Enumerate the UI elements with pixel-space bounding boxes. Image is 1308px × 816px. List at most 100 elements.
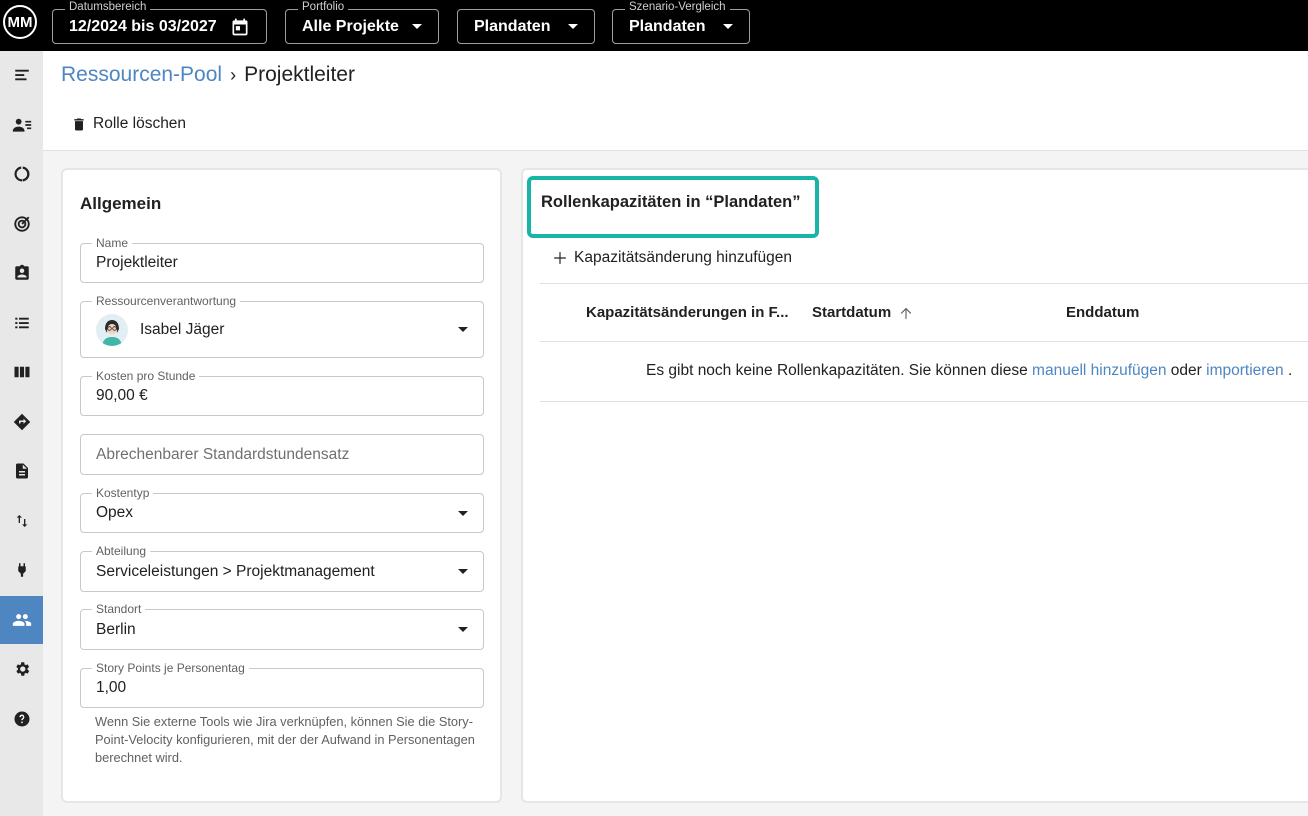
department-label: Abteilung [92,544,151,558]
top-bar: MM Datumsbereich 12/2024 bis 03/2027 Por… [0,0,1308,51]
chevron-down-icon [412,24,422,29]
sidebar-item-assignments[interactable] [0,249,43,297]
sidebar-item-menu[interactable] [0,51,43,99]
column-header-end-date[interactable]: Enddatum [1066,304,1139,321]
people-icon [12,614,31,626]
column-header-start-date[interactable]: Startdatum [812,304,913,321]
name-field[interactable]: Name Projektleiter [80,236,484,283]
logo-text: MM [7,13,33,31]
menu-icon [14,69,29,81]
empty-state-text: Es gibt noch keine Rollenkapazitäten. Si… [646,362,1028,379]
owner-value: Isabel Jäger [140,320,225,338]
date-range-value: 12/2024 bis 03/2027 [69,17,217,35]
trash-icon [74,118,84,130]
donut-chart-icon [13,166,30,182]
start-date-label: Startdatum [812,304,892,321]
page-header: Ressourcen-Pool › Projektleiter Rolle lö… [43,51,1308,151]
portfolio-selector[interactable]: Portfolio Alle Projekte [285,1,439,44]
owner-label: Ressourcenverantwortung [92,294,241,308]
chevron-down-icon [458,327,468,332]
sidebar-item-help[interactable] [0,695,43,743]
roadmap-icon [13,413,30,431]
scenario-compare-label: Szenario-Vergleich [625,1,730,13]
chevron-down-icon [723,24,733,29]
breadcrumb-separator: › [230,64,237,85]
general-title: Allgemein [80,194,162,213]
data-source-selector[interactable]: Plandaten [457,9,595,44]
story-points-value: 1,00 [96,679,127,696]
cost-per-hour-field[interactable]: Kosten pro Stunde 90,00 € [80,369,484,416]
billable-rate-placeholder: Abrechenbarer Standardstundensatz [96,445,350,463]
scenario-compare-selector[interactable]: Szenario-Vergleich Plandaten [612,1,750,44]
app-logo[interactable]: MM [3,5,37,39]
story-points-field[interactable]: Story Points je Personentag 1,00 [80,661,484,708]
department-select[interactable]: Abteilung Serviceleistungen > Projektman… [80,544,484,592]
cost-type-value: Opex [96,504,134,521]
date-range-label: Datumsbereich [65,1,151,13]
columns-icon [14,366,29,378]
breadcrumb-root-link[interactable]: Ressourcen-Pool [61,63,222,87]
plug-icon [17,563,26,577]
table-header: Kapazitätsänderungen in F... Startdatum … [540,283,1308,342]
department-value: Serviceleistungen > Projektmanagement [96,562,375,580]
delete-role-button[interactable]: Rolle löschen [71,115,186,133]
sidebar-item-settings[interactable] [0,645,43,693]
chevron-down-icon [568,24,578,29]
empty-state-row: Es gibt noch keine Rollenkapazitäten. Si… [540,342,1308,402]
add-capacity-button[interactable]: Kapazitätsänderung hinzufügen [553,249,792,267]
clipboard-person-icon [14,264,29,280]
add-capacity-label: Kapazitätsänderung hinzufügen [574,249,793,266]
gear-icon [15,662,29,676]
scenario-compare-value: Plandaten [629,17,706,35]
help-icon [14,711,29,727]
import-link[interactable]: importieren [1206,362,1284,379]
sidebar-item-resources[interactable] [0,101,43,149]
list-icon [14,317,29,329]
sidebar-item-dashboard[interactable] [0,150,43,198]
calendar-icon [232,18,248,35]
target-icon [13,216,30,232]
import-export-icon [16,515,27,527]
empty-state-period: . [1287,362,1293,379]
delete-role-label: Rolle löschen [93,115,187,132]
add-manually-link[interactable]: manuell hinzufügen [1032,362,1166,379]
story-points-hint: Wenn Sie externe Tools wie Jira verknüpf… [95,714,475,765]
sidebar-item-integrations[interactable] [0,546,43,594]
main-content: Ressourcen-Pool › Projektleiter Rolle lö… [43,51,1308,816]
location-value: Berlin [96,620,136,638]
capacities-table: Kapazitätsänderungen in F... Startdatum … [540,283,1308,402]
chevron-down-icon [458,627,468,632]
capacities-card: Rollenkapazitäten in “Plandaten” Kapazit… [521,168,1308,803]
cost-type-label: Kostentyp [92,486,154,500]
general-card: Allgemein Name Projektleiter Ressourcenv… [61,168,502,803]
date-range-selector[interactable]: Datumsbereich 12/2024 bis 03/2027 [52,1,267,44]
location-select[interactable]: Standort Berlin [80,602,484,650]
cost-per-hour-value: 90,00 € [96,387,148,404]
chevron-down-icon [458,569,468,574]
story-points-label: Story Points je Personentag [92,661,249,675]
billable-rate-field[interactable]: Abrechenbarer Standardstundensatz [80,434,484,475]
sidebar-item-roadmap[interactable] [0,398,43,446]
sidebar-item-goals[interactable] [0,200,43,248]
portfolio-value: Alle Projekte [302,17,399,35]
sidebar-item-list[interactable] [0,299,43,347]
portfolio-label: Portfolio [298,1,349,13]
resource-list-icon [12,118,31,132]
sidebar-item-resource-pool[interactable] [0,596,43,644]
owner-select[interactable]: Ressourcenverantwortung Isabel Jäger [80,294,484,358]
page-title: Projektleiter [244,63,355,86]
capacities-title: Rollenkapazitäten in “Plandaten” [541,193,801,211]
cost-type-select[interactable]: Kostentyp Opex [80,486,484,533]
sidebar [0,51,43,816]
sidebar-item-import-export[interactable] [0,497,43,545]
document-icon [15,463,28,479]
location-label: Standort [92,602,146,616]
chevron-down-icon [458,510,468,516]
sidebar-item-documents[interactable] [0,447,43,495]
breadcrumb: Ressourcen-Pool › Projektleiter [61,63,355,87]
sidebar-item-board[interactable] [0,348,43,396]
column-header-capacity[interactable]: Kapazitätsänderungen in F... [586,304,789,321]
empty-state-message: Es gibt noch keine Rollenkapazitäten. Si… [646,362,1292,380]
name-label: Name [92,236,133,250]
data-source-value: Plandaten [474,17,551,35]
